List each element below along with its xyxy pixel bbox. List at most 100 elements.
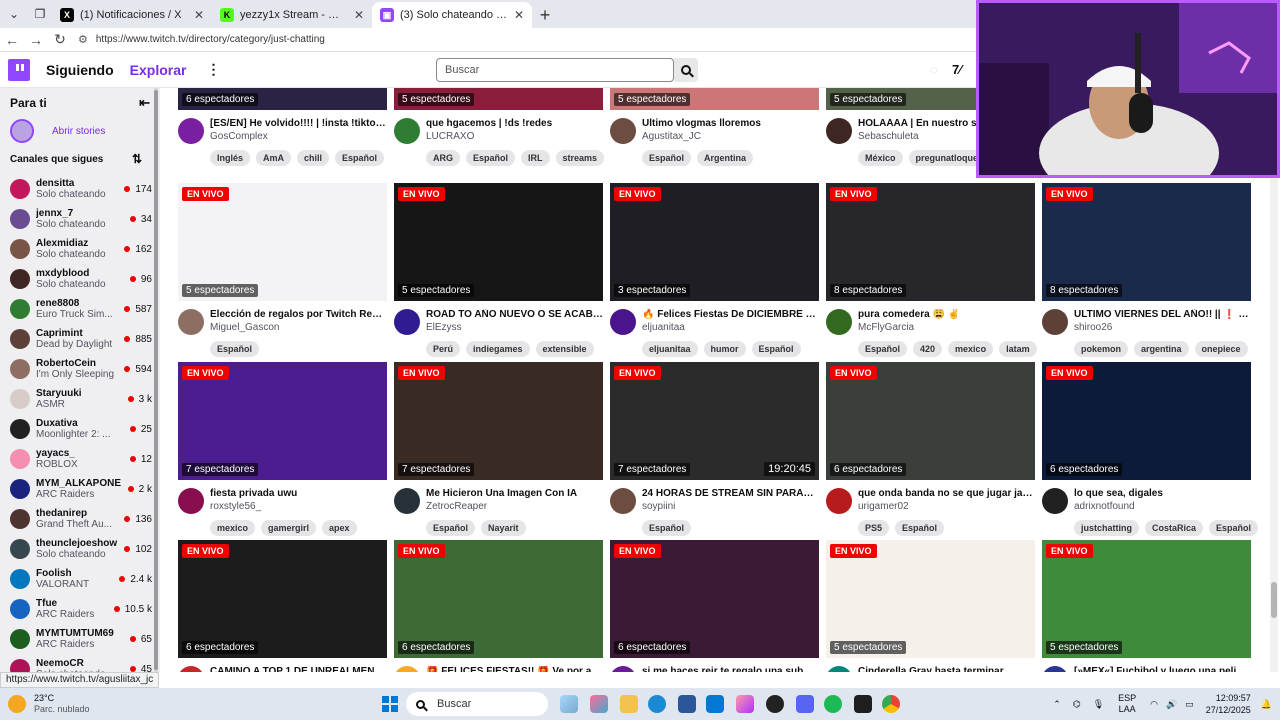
scrollbar-thumb[interactable] [1271, 582, 1277, 618]
stream-tag[interactable]: 420 [913, 341, 943, 357]
channel-avatar[interactable] [178, 488, 204, 514]
channel-name[interactable]: ElEzyss [426, 322, 603, 333]
sidebar-channel-yayacs_[interactable]: yayacs_ ROBLOX 12 [0, 444, 160, 474]
browser-tab-kick[interactable]: K yezzy1x Stream - Watch Live on Kick ✕ [212, 2, 372, 28]
close-tab-icon[interactable]: ✕ [354, 8, 364, 22]
stream-card[interactable]: EN VIVO 6 espectadores lo que sea, digales… [1042, 362, 1259, 536]
weather-widget[interactable]: 23°C Parc. nublado [8, 693, 90, 715]
stream-title[interactable]: [»MEX«] Fuchibol y luego una peli pu... [1074, 666, 1251, 672]
stream-card[interactable]: EN VIVO 6 espectadores que onda banda no s… [826, 362, 1035, 536]
channel-name[interactable]: LUCRAXO [426, 131, 603, 142]
stream-tag[interactable]: latam [999, 341, 1037, 357]
stream-tag[interactable]: pokemon [1074, 341, 1129, 357]
channel-avatar[interactable] [826, 309, 852, 335]
sidebar-channel-mymtumtum69[interactable]: MYMTUMTUM69 ARC Raiders 65 [0, 624, 160, 654]
stream-tag[interactable]: IRL [521, 150, 550, 166]
chrome-icon[interactable] [882, 695, 900, 713]
stream-title[interactable]: [ES/EN] He volvido!!!! | !insta !tiktok … [210, 118, 387, 129]
channel-name[interactable]: soypiini [642, 501, 819, 512]
stream-title[interactable]: que onda banda no se que jugar jajaja... [858, 488, 1035, 499]
clock[interactable]: 12:09:57 27/12/2025 [1206, 692, 1251, 716]
network-icon[interactable]: ⌬ [1073, 699, 1081, 710]
widgets-icon[interactable] [560, 695, 578, 713]
stream-thumbnail[interactable]: EN VIVO 6 espectadores [178, 540, 387, 658]
channel-name[interactable]: Agustitax_JC [642, 131, 819, 142]
channel-name[interactable]: shiroo26 [1074, 322, 1251, 333]
stream-tag[interactable]: Español [1209, 520, 1259, 536]
sort-icon[interactable]: ⇅ [132, 152, 142, 166]
channel-avatar[interactable] [394, 488, 420, 514]
sidebar-channel-alexmidiaz[interactable]: Alexmidiaz Solo chateando 162 [0, 234, 160, 264]
stream-tag[interactable]: Español [895, 520, 945, 536]
channel-avatar[interactable] [610, 118, 636, 144]
channel-name[interactable]: McFlyGarcia [858, 322, 1035, 333]
sidebar-channel-neemocr[interactable]: NeemoCRSolo chateando45 [0, 654, 160, 672]
stream-thumbnail[interactable]: EN VIVO 7 espectadores [394, 362, 603, 480]
stream-thumbnail[interactable]: EN VIVO 6 espectadores [1042, 362, 1251, 480]
channel-name[interactable]: eljuanitaa [642, 322, 819, 333]
stream-title[interactable]: Ultimo vlogmas lloremos [642, 118, 819, 129]
stream-thumbnail[interactable]: EN VIVO 8 espectadores [1042, 183, 1251, 301]
channel-name[interactable]: GosComplex [210, 131, 387, 142]
stream-tag[interactable]: PS5 [858, 520, 890, 536]
stream-tag[interactable]: humor [703, 341, 746, 357]
stream-thumbnail[interactable]: EN VIVO 8 espectadores [826, 183, 1035, 301]
sidebar-channel-theunclejoeshow[interactable]: theunclejoeshow Solo chateando 102 [0, 534, 160, 564]
stream-tag[interactable]: extensible [535, 341, 594, 357]
close-tab-icon[interactable]: ✕ [514, 8, 524, 22]
stream-tag[interactable]: Español [426, 520, 476, 536]
browser-tab-x[interactable]: X (1) Notificaciones / X ✕ [52, 2, 212, 28]
channel-avatar[interactable] [394, 309, 420, 335]
wifi-icon[interactable]: ◠ [1150, 699, 1158, 710]
channel-avatar[interactable] [178, 666, 204, 672]
stream-thumbnail[interactable]: EN VIVO5 espectadores [826, 540, 1035, 658]
stream-card[interactable]: EN VIVO 5 espectadores Elección de regalos… [178, 183, 387, 357]
stream-tag[interactable]: Inglés [210, 150, 251, 166]
sidebar-channel-foolish[interactable]: Foolish VALORANT 2.4 k [0, 564, 160, 594]
channel-avatar[interactable] [1042, 309, 1068, 335]
notifications-bell-icon[interactable]: 🔔 [1261, 699, 1272, 710]
stream-thumbnail[interactable]: EN VIVO 6 espectadores [610, 540, 819, 658]
channel-avatar[interactable] [826, 488, 852, 514]
stream-tag[interactable]: ARG [426, 150, 460, 166]
stream-tag[interactable]: Español [642, 150, 692, 166]
stream-tag[interactable]: Español [751, 341, 801, 357]
stream-card[interactable]: EN VIVO 8 espectadores pura comedera 😩 ✌ Mc… [826, 183, 1037, 357]
forward-arrow-icon[interactable]: → [24, 28, 48, 52]
channel-avatar[interactable] [394, 666, 420, 672]
stream-title[interactable]: Elección de regalos por Twitch Recap... [210, 309, 387, 320]
stream-thumbnail[interactable]: EN VIVO5 espectadores [178, 183, 387, 301]
collapse-sidebar-icon[interactable]: ⇤ [139, 95, 150, 111]
stream-card[interactable]: EN VIVO 7 espectadores fiesta privada uwu r… [178, 362, 387, 536]
open-stories[interactable]: Abrir stories [0, 118, 160, 144]
sidebar-channel-tfue[interactable]: Tfue ARC Raiders 10.5 k [0, 594, 160, 624]
url-field[interactable]: ⚙ https://www.twitch.tv/directory/catego… [78, 33, 325, 46]
channel-avatar[interactable] [394, 118, 420, 144]
channel-avatar[interactable] [1042, 488, 1068, 514]
stream-tag[interactable]: chill [297, 150, 330, 166]
stream-thumbnail[interactable]: EN VIVO 7 espectadores 19:20:45 [610, 362, 819, 480]
stream-card[interactable]: EN VIVO 7 espectadores 19:20:45 24 HORAS DE… [610, 362, 819, 536]
discord-icon[interactable] [796, 695, 814, 713]
stream-tag[interactable]: mexico [210, 520, 256, 536]
stream-title[interactable]: 24 HORAS DE STREAM SIN PARAR | D... [642, 488, 819, 499]
channel-avatar[interactable] [1042, 666, 1068, 672]
stream-tag[interactable]: apex [322, 520, 357, 536]
windows-start-icon[interactable] [382, 696, 398, 712]
reload-icon[interactable]: ↻ [48, 28, 72, 52]
battery-icon[interactable]: ▭ [1185, 699, 1194, 710]
channel-name[interactable]: Miguel_Gascon [210, 322, 387, 333]
stream-title[interactable]: ULTIMO VIERNES DEL AÑO!! || ❗ co... [1074, 309, 1251, 320]
stream-title[interactable]: CAMINO A TOP 1 DE UNREALMENTE ... [210, 666, 387, 672]
stream-thumbnail[interactable]: EN VIVO5 espectadores [610, 88, 819, 110]
stream-card[interactable]: EN VIVO5 espectadores Ultimo vlogmas llor… [610, 88, 819, 166]
channel-name[interactable]: ZetrocReaper [426, 501, 603, 512]
sidebar-channel-mym_alkapone[interactable]: MYM_ALKAPONE ARC Raiders 2 k [0, 474, 160, 504]
nav-browse[interactable]: Explorar [130, 62, 187, 78]
instagram-icon[interactable] [736, 695, 754, 713]
stream-thumbnail[interactable]: EN VIVO 3 espectadores [610, 183, 819, 301]
browser-tab-twitch[interactable]: ▣ (3) Solo chateando - Twitch ✕ [372, 2, 532, 28]
sidebar-channel-jennx_7[interactable]: jennx_7 Solo chateando 34 [0, 204, 160, 234]
sidebar-channel-thedanirep[interactable]: thedanirep Grand Theft Au... 136 [0, 504, 160, 534]
close-tab-icon[interactable]: ✕ [194, 8, 204, 22]
